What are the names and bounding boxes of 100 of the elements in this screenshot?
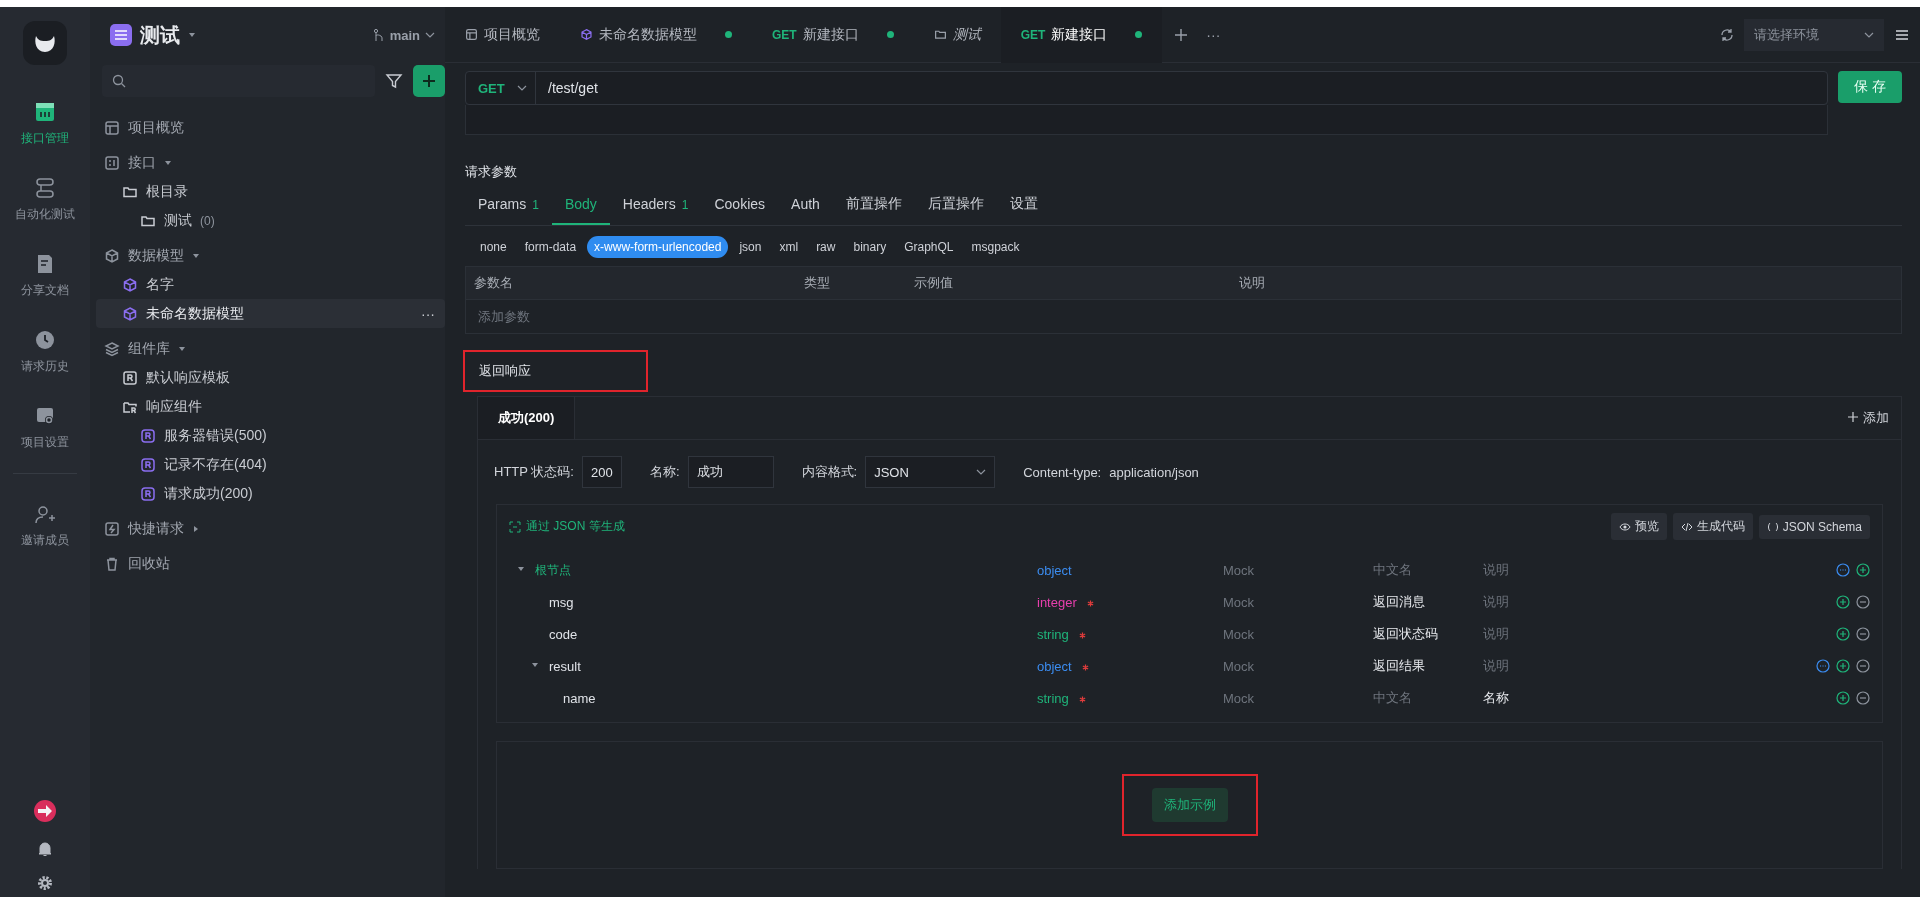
schema-button[interactable]: JSON Schema: [1758, 514, 1870, 539]
sidebar-item[interactable]: 回收站: [96, 549, 445, 578]
params-tab[interactable]: Auth: [778, 187, 833, 225]
refresh-icon[interactable]: [1720, 27, 1734, 42]
rail-item[interactable]: 接口管理: [0, 85, 90, 161]
description-field[interactable]: 说明: [1483, 626, 1509, 641]
sidebar-item[interactable]: 名字: [96, 270, 445, 299]
rail-item[interactable]: 自动化测试: [0, 161, 90, 237]
caret-icon[interactable]: [192, 524, 200, 533]
params-tab[interactable]: 前置操作: [832, 187, 915, 225]
description-field[interactable]: 说明: [1483, 562, 1509, 577]
rail-item[interactable]: 项目设置: [0, 389, 90, 465]
rail-item[interactable]: 请求历史: [0, 313, 90, 389]
field-name[interactable]: name: [563, 690, 596, 706]
caret-icon[interactable]: [178, 344, 186, 353]
params-tab[interactable]: 设置: [996, 187, 1051, 225]
title-field[interactable]: 返回结果: [1373, 658, 1425, 673]
add-button[interactable]: [413, 65, 445, 97]
more-tabs-button[interactable]: ···: [1200, 26, 1227, 43]
project-name[interactable]: 测试: [140, 21, 180, 49]
sidebar-item[interactable]: 测试 (0): [96, 206, 445, 235]
sidebar-item[interactable]: 项目概览: [96, 113, 445, 142]
title-field[interactable]: 返回消息: [1373, 594, 1425, 609]
editor-tab[interactable]: 项目概览: [445, 6, 560, 63]
remove-icon[interactable]: [1856, 595, 1870, 609]
body-type-option[interactable]: json: [732, 236, 769, 258]
sidebar-item[interactable]: 组件库: [96, 334, 445, 363]
branch-selector[interactable]: main: [372, 27, 435, 43]
title-field[interactable]: 返回状态码: [1373, 626, 1438, 641]
body-type-option[interactable]: form-data: [517, 236, 584, 258]
name-field[interactable]: 成功: [687, 456, 774, 488]
filter-icon[interactable]: [385, 72, 403, 90]
app-logo[interactable]: [23, 21, 67, 65]
params-tab[interactable]: Headers 1: [609, 187, 702, 225]
params-tab[interactable]: Cookies: [701, 187, 779, 225]
url-field[interactable]: GET /test/get: [465, 71, 1828, 105]
more-icon[interactable]: [1816, 659, 1830, 673]
sidebar-item[interactable]: 根目录: [96, 177, 445, 206]
format-select[interactable]: JSON: [865, 456, 996, 488]
rail-item[interactable]: 分享文档: [0, 237, 90, 313]
code-button[interactable]: 生成代码: [1672, 513, 1753, 540]
body-type-option[interactable]: msgpack: [964, 236, 1027, 258]
body-type-option[interactable]: binary: [846, 236, 894, 258]
sidebar-item[interactable]: 快捷请求: [96, 514, 445, 543]
search-field[interactable]: [102, 65, 375, 97]
add-example-button[interactable]: 添加示例: [1151, 788, 1228, 822]
sidebar-item[interactable]: 数据模型: [96, 241, 445, 270]
add-response-button[interactable]: 添加: [1842, 408, 1901, 428]
chevron-down-icon[interactable]: [1864, 31, 1874, 38]
body-type-option[interactable]: GraphQL: [897, 236, 961, 258]
sidebar-item[interactable]: 默认响应模板: [96, 363, 445, 392]
field-type[interactable]: object: [1037, 562, 1072, 578]
description-field[interactable]: 名称: [1483, 690, 1509, 705]
field-type[interactable]: string: [1037, 690, 1069, 706]
description-field[interactable]: [465, 105, 1828, 135]
editor-tab[interactable]: 测试: [913, 6, 1001, 63]
add-icon[interactable]: [1836, 691, 1850, 705]
caret-icon[interactable]: [192, 251, 200, 260]
sidebar-item[interactable]: 响应组件: [96, 392, 445, 421]
caret-icon[interactable]: [188, 31, 196, 39]
body-type-option[interactable]: xml: [772, 236, 806, 258]
add-icon[interactable]: [1836, 595, 1850, 609]
sidebar-item[interactable]: 服务器错误(500): [96, 421, 445, 450]
caret-icon[interactable]: [164, 158, 172, 167]
response-tab[interactable]: 成功(200): [478, 397, 576, 439]
field-type[interactable]: integer: [1037, 594, 1077, 610]
invite-button[interactable]: 邀请成员: [0, 488, 90, 564]
field-name[interactable]: 根节点: [535, 561, 571, 579]
add-icon[interactable]: [1836, 659, 1850, 673]
sidebar-item[interactable]: 未命名数据模型 ···: [96, 299, 445, 328]
caret-icon[interactable]: [531, 661, 539, 669]
field-type[interactable]: object: [1037, 658, 1072, 674]
editor-tab[interactable]: GET 新建接口: [1000, 6, 1163, 63]
environment-select[interactable]: 请选择环境: [1744, 18, 1884, 51]
sidebar-item[interactable]: 接口: [96, 148, 445, 177]
params-tab[interactable]: Params 1: [465, 187, 552, 225]
editor-tab[interactable]: GET 新建接口: [752, 6, 914, 63]
chevron-down-icon[interactable]: [976, 469, 987, 475]
field-name[interactable]: result: [549, 658, 581, 674]
description-field[interactable]: 说明: [1483, 594, 1509, 609]
caret-icon[interactable]: [517, 565, 525, 573]
field-type[interactable]: string: [1037, 626, 1069, 642]
chevron-down-icon[interactable]: [425, 32, 435, 38]
preview-button[interactable]: 预览: [1610, 513, 1667, 540]
params-tab[interactable]: 后置操作: [914, 187, 997, 225]
sidebar-item[interactable]: 请求成功(200): [96, 479, 445, 508]
body-type-option[interactable]: raw: [809, 236, 843, 258]
bell-icon[interactable]: [37, 841, 53, 857]
field-name[interactable]: msg: [549, 594, 574, 610]
remove-icon[interactable]: [1856, 659, 1870, 673]
add-tab-icon[interactable]: [1174, 27, 1189, 42]
status-code-field[interactable]: 200: [581, 456, 622, 488]
description-field[interactable]: 说明: [1483, 658, 1509, 673]
editor-tab[interactable]: 未命名数据模型: [560, 6, 752, 63]
avatar-icon[interactable]: [33, 799, 57, 823]
generate-link[interactable]: 通过 JSON 等生成: [509, 518, 625, 535]
settings-icon[interactable]: [37, 875, 53, 891]
sidebar-item[interactable]: 记录不存在(404): [96, 450, 445, 479]
more-icon[interactable]: [1836, 563, 1850, 577]
body-type-option[interactable]: none: [473, 236, 514, 258]
